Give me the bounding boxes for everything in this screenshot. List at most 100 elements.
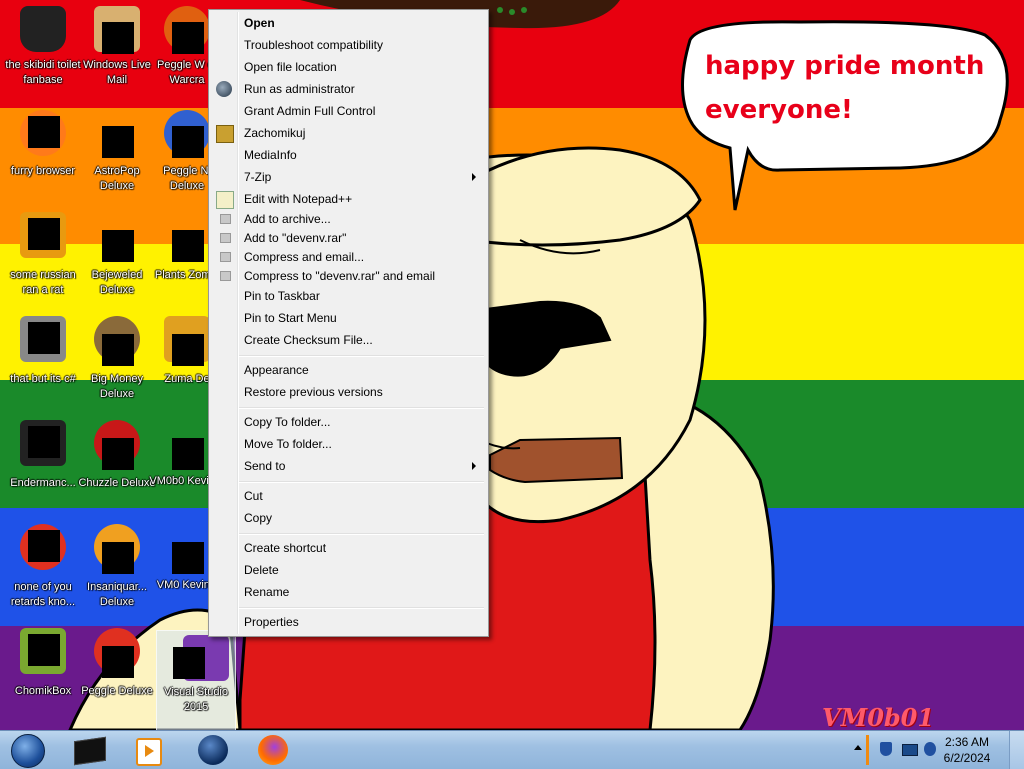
menu-item-label: Appearance (244, 363, 309, 377)
menu-item-label: Zachomikuj (244, 126, 306, 140)
redaction-box (102, 230, 134, 262)
menu-item-mediainfo[interactable]: MediaInfo (211, 144, 486, 166)
menu-item-delete[interactable]: Delete (211, 559, 486, 581)
menu-item-label: Restore previous versions (244, 385, 383, 399)
desktop-icon-visual-studio-2015[interactable]: Visual Studio 2015 (156, 630, 236, 732)
redaction-box (28, 322, 60, 354)
submenu-arrow-icon (472, 173, 476, 181)
taskbar-pinned-firefox[interactable] (246, 733, 302, 767)
redaction-box (28, 116, 60, 148)
redaction-box (28, 634, 60, 666)
desktop-icon-label: none of you retards kno... (10, 581, 76, 608)
network-icon[interactable] (902, 744, 918, 756)
menu-item-label: Properties (244, 615, 299, 629)
menu-item-pin-to-taskbar[interactable]: Pin to Taskbar (211, 285, 486, 307)
desktop-icon-russian-rat[interactable]: some russian ran a rat (4, 208, 82, 308)
context-menu: Open Troubleshoot compatibility Open fil… (208, 9, 489, 637)
menu-item-open[interactable]: Open (211, 12, 486, 34)
menu-item-create-checksum-file[interactable]: Create Checksum File... (211, 329, 486, 351)
play-icon (145, 745, 154, 757)
menu-item-open-file-location[interactable]: Open file location (211, 56, 486, 78)
tray-divider (866, 735, 869, 765)
menu-item-appearance[interactable]: Appearance (211, 359, 486, 381)
menu-item-label: Create shortcut (244, 541, 327, 555)
desktop-icon-label: Big Money Deluxe (91, 373, 143, 400)
notepad-plus-plus-icon (216, 191, 234, 209)
menu-item-label: Add to "devenv.rar" (244, 231, 347, 245)
clock[interactable]: 2:36 AM 6/2/2024 (932, 734, 1002, 766)
shield-icon (216, 81, 232, 97)
desktop-icon-none-of-you[interactable]: none of you retards kno... (4, 520, 82, 620)
menu-item-copy-to-folder[interactable]: Copy To folder... (211, 411, 486, 433)
redaction-box (28, 530, 60, 562)
menu-item-compress-to-devenv-rar-email[interactable]: Compress to "devenv.rar" and email (211, 265, 486, 287)
desktop-icon-label: furry browser (10, 165, 76, 177)
desktop-icon-insaniquarium[interactable]: Insaniquar... Deluxe (78, 520, 156, 620)
show-desktop-button[interactable] (1009, 731, 1024, 769)
menu-item-pin-to-start-menu[interactable]: Pin to Start Menu (211, 307, 486, 329)
menu-item-7zip[interactable]: 7-Zip (211, 166, 486, 188)
menu-item-grant-admin-full-control[interactable]: Grant Admin Full Control (211, 100, 486, 122)
menu-item-label: Pin to Start Menu (244, 311, 337, 325)
taskbar-pinned-media-player[interactable] (120, 733, 176, 767)
menu-separator (239, 407, 484, 409)
menu-item-properties[interactable]: Properties (211, 611, 486, 633)
desktop-icon-label: Bejeweled Deluxe (91, 269, 143, 296)
redaction-box (172, 542, 204, 574)
menu-item-run-as-administrator[interactable]: Run as administrator (211, 78, 486, 100)
redaction-box (102, 22, 134, 54)
desktop-icon-label: Insaniquar... Deluxe (87, 581, 147, 608)
desktop-icon-furry-browser[interactable]: furry browser (4, 106, 82, 206)
desktop-icon-chomikbox[interactable]: ChomikBox (4, 624, 82, 724)
menu-item-copy[interactable]: Copy (211, 507, 486, 529)
desktop-icon-chuzzle[interactable]: Chuzzle Deluxe (78, 416, 156, 516)
desktop-icon-big-money[interactable]: Big Money Deluxe (78, 312, 156, 412)
taskbar-pinned-globe-browser[interactable] (186, 733, 242, 767)
desktop-icon-bejeweled[interactable]: Bejeweled Deluxe (78, 208, 156, 308)
chomikbox-icon (216, 125, 234, 143)
menu-item-label: 7-Zip (244, 170, 272, 184)
redaction-box (28, 426, 60, 458)
desktop-icon-endermanc[interactable]: Endermanc... (4, 416, 82, 516)
menu-item-zachomikuj[interactable]: Zachomikuj (211, 122, 486, 144)
redaction-box (28, 218, 60, 250)
show-hidden-icons-arrow-icon[interactable] (854, 745, 862, 750)
menu-separator (239, 607, 484, 609)
redaction-box (102, 334, 134, 366)
menu-item-send-to[interactable]: Send to (211, 455, 486, 477)
menu-item-label: Create Checksum File... (244, 333, 373, 347)
desktop-icon-peggle-deluxe[interactable]: Peggle Deluxe (78, 624, 156, 724)
desktop-icon-skibidi[interactable]: the skibidi toilet fanbase (4, 2, 82, 102)
action-center-flag-icon[interactable] (880, 742, 892, 756)
taskbar-pinned-terminal[interactable] (62, 733, 118, 767)
menu-item-move-to-folder[interactable]: Move To folder... (211, 433, 486, 455)
menu-item-restore-previous-versions[interactable]: Restore previous versions (211, 381, 486, 403)
desktop-icon-label: the skibidi toilet fanbase (5, 59, 81, 86)
desktop-icon-that-but-csharp[interactable]: that but its c# (4, 312, 82, 412)
desktop-icon-astropop[interactable]: AstroPop Deluxe (78, 106, 156, 206)
archive-icon (220, 271, 231, 281)
globe-browser-icon (198, 735, 228, 765)
desktop-icon-label: ChomikBox (14, 685, 72, 697)
menu-item-troubleshoot-compatibility[interactable]: Troubleshoot compatibility (211, 34, 486, 56)
menu-item-label: Cut (244, 489, 263, 503)
menu-item-cut[interactable]: Cut (211, 485, 486, 507)
menu-item-label: Compress and email... (244, 250, 365, 264)
menu-item-label: Add to archive... (244, 212, 331, 226)
menu-item-label: Delete (244, 563, 279, 577)
menu-separator (239, 355, 484, 357)
desktop-icon-label: some russian ran a rat (10, 269, 76, 296)
archive-icon (220, 233, 231, 243)
menu-item-rename[interactable]: Rename (211, 581, 486, 603)
menu-item-edit-notepad-plus-plus[interactable]: Edit with Notepad++ (211, 188, 486, 210)
desktop-icon-windows-live-mail[interactable]: Windows Live Mail (78, 2, 156, 102)
terminal-app-icon (74, 736, 106, 766)
menu-separator (239, 481, 484, 483)
menu-item-label: Edit with Notepad++ (244, 192, 353, 206)
clock-date: 6/2/2024 (943, 751, 991, 765)
start-button[interactable] (4, 732, 54, 768)
menu-item-label: Troubleshoot compatibility (244, 38, 383, 52)
menu-item-label: Compress to "devenv.rar" and email (244, 269, 436, 283)
menu-item-create-shortcut[interactable]: Create shortcut (211, 537, 486, 559)
desktop-icon-label: Visual Studio 2015 (163, 686, 228, 713)
